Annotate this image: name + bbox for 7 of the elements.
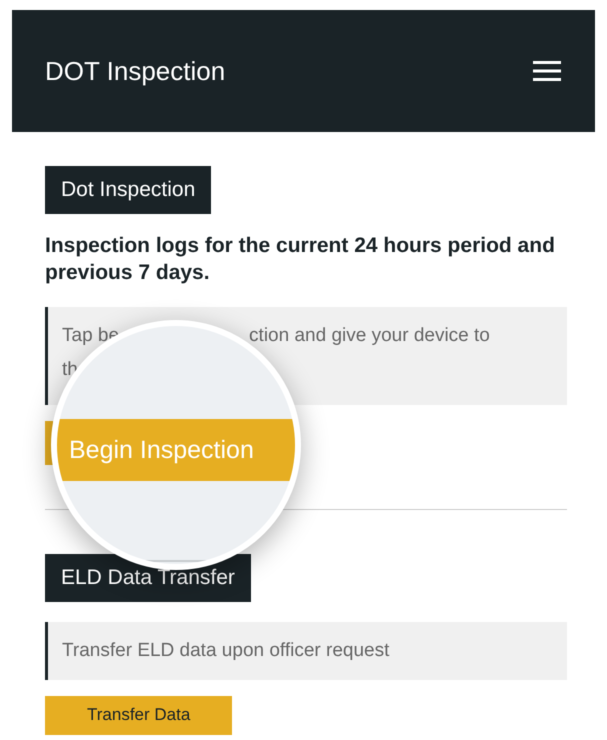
note-text: ction and give your device to (249, 324, 490, 348)
note-text: Transfer ELD data upon officer request (62, 638, 390, 663)
section-label: Dot Inspection (45, 166, 212, 214)
app-title: DOT Inspection (45, 56, 226, 86)
button-edge (45, 420, 53, 465)
transfer-data-button[interactable]: Transfer Data (45, 696, 232, 735)
section-heading: Inspection logs for the current 24 hours period and previous 7 days. (45, 233, 556, 286)
